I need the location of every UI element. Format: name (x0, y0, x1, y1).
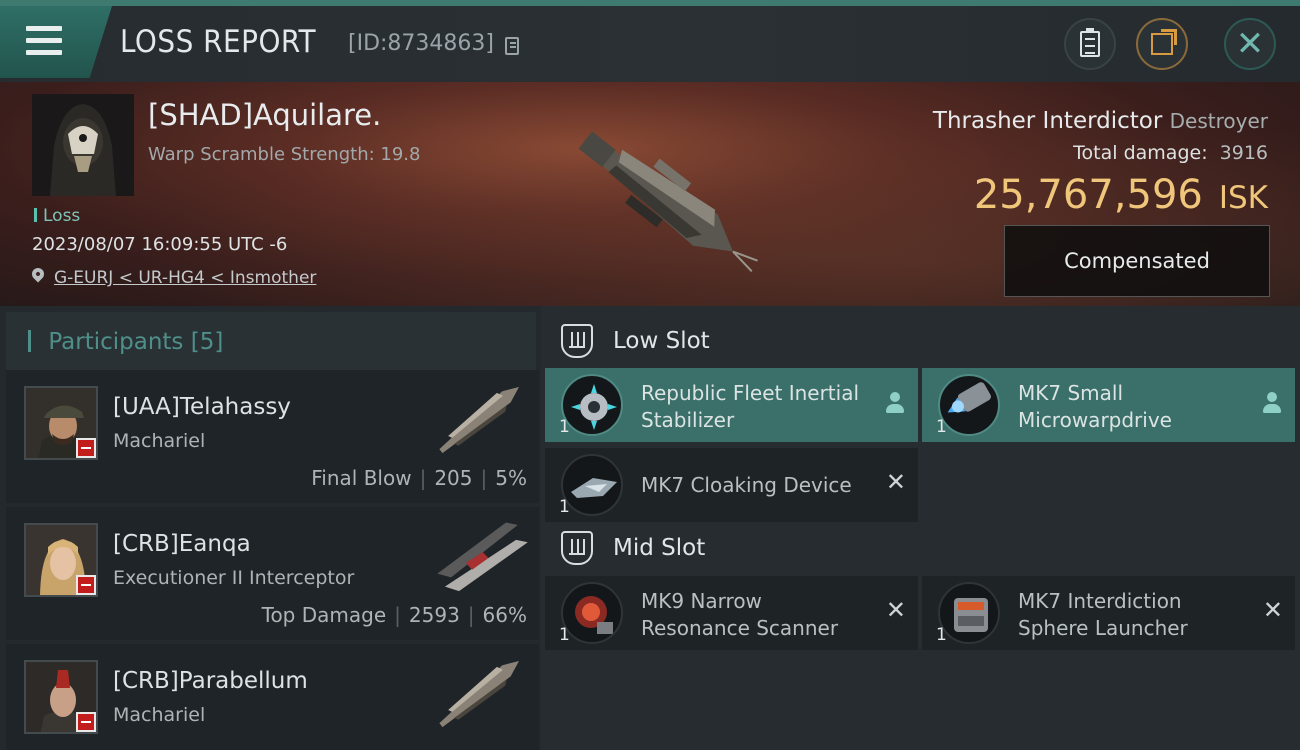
module-name: MK9 Narrow Resonance Scanner (641, 589, 839, 640)
participant-ship: Machariel (113, 704, 206, 726)
module-item[interactable]: 1 MK7 Small Microwarpdrive (922, 368, 1295, 442)
participant-percent: 5% (495, 466, 527, 490)
module-qty: 1 (936, 417, 947, 437)
report-id: [ID:8734863] (348, 31, 494, 56)
module-qty: 1 (936, 625, 947, 645)
dropped-person-icon (886, 392, 904, 414)
participant-stats: Final Blow | 205 | 5% (311, 466, 527, 490)
copy-icon[interactable] (505, 37, 519, 55)
total-damage: Total damage: 3916 (1073, 142, 1268, 164)
module-name: MK7 Small Microwarpdrive (1018, 381, 1172, 432)
participants-title: Participants [5] (28, 329, 223, 355)
isk-unit: ISK (1218, 180, 1268, 216)
isk-value: 25,767,596 ISK (974, 172, 1268, 218)
participant-ship: Executioner II Interceptor (113, 567, 355, 589)
low-slot-label: Low Slot (613, 328, 710, 354)
total-damage-value: 3916 (1219, 142, 1268, 164)
participant-ship-image (439, 660, 519, 728)
participants-header: Participants [5] (6, 312, 536, 370)
fitting-panel: Low Slot 1 Republic Fleet Inertial Stabi… (541, 306, 1300, 750)
kill-datetime: 2023/08/07 16:09:55 UTC -6 (32, 234, 288, 255)
participant-avatar (24, 386, 98, 460)
clipboard-icon (1080, 28, 1100, 57)
ship-class: Destroyer (1169, 109, 1268, 133)
interdiction-launcher-icon (938, 582, 1000, 644)
mid-slot-label: Mid Slot (613, 535, 706, 561)
module-name: MK7 Cloaking Device (641, 473, 852, 497)
victim-name: [SHAD]Aquilare. (148, 98, 382, 132)
page-title: LOSS REPORT (120, 24, 317, 60)
destroyed-x-icon: ✕ (1262, 596, 1283, 624)
warp-scramble-strength: Warp Scramble Strength: 19.8 (148, 144, 421, 165)
destroyed-x-icon: ✕ (885, 468, 906, 496)
module-qty: 1 (559, 417, 570, 437)
participant-avatar (24, 523, 98, 597)
hostile-badge (76, 438, 96, 458)
close-button[interactable]: ✕ (1224, 18, 1276, 70)
hostile-badge (76, 712, 96, 732)
victim-ship-type: Thrasher Interdictor Destroyer (933, 108, 1268, 134)
isk-amount: 25,767,596 (973, 172, 1203, 218)
location-link[interactable]: G-EURJ < UR-HG4 < Insmother (54, 268, 316, 288)
mid-slot-header: Mid Slot (561, 531, 705, 565)
participants-panel: Participants [5] [UAA]Telahassy Macharie… (0, 306, 541, 750)
participant-damage: 2593 (408, 603, 460, 627)
low-slot-header: Low Slot (561, 324, 710, 358)
module-item[interactable]: 1 Republic Fleet Inertial Stabilizer (545, 368, 918, 442)
participant-ship: Machariel (113, 430, 206, 452)
location-pin-icon (29, 265, 47, 283)
share-icon (1151, 29, 1177, 55)
dropped-person-icon (1263, 392, 1281, 414)
module-name: MK7 Interdiction Sphere Launcher (1018, 589, 1188, 640)
module-qty: 1 (559, 497, 570, 517)
compensated-button[interactable]: Compensated (1004, 225, 1270, 297)
participants-count: [5] (190, 329, 224, 355)
victim-ship-image (578, 131, 758, 273)
participant-percent: 66% (482, 603, 527, 627)
participant-ship-image (437, 522, 528, 592)
share-button[interactable] (1136, 18, 1188, 70)
menu-icon (26, 26, 62, 62)
cloaking-device-icon (561, 454, 623, 516)
participant-avatar (24, 660, 98, 734)
module-qty: 1 (559, 625, 570, 645)
menu-button[interactable] (0, 6, 112, 78)
header-bar: LOSS REPORT [ID:8734863] ✕ (0, 0, 1300, 82)
participant-name: [CRB]Eanqa (113, 531, 251, 557)
participant-stats: Top Damage | 2593 | 66% (261, 603, 527, 627)
ship-name: Thrasher Interdictor (932, 108, 1163, 134)
total-damage-label: Total damage: (1073, 142, 1208, 164)
close-icon: ✕ (1235, 24, 1265, 64)
mid-slot-icon (561, 531, 593, 565)
low-slot-icon (561, 324, 593, 358)
participant-name: [UAA]Telahassy (113, 394, 291, 420)
clipboard-button[interactable] (1064, 18, 1116, 70)
participant-damage: 205 (434, 466, 473, 490)
microwarpdrive-icon (938, 374, 1000, 436)
resonance-scanner-icon (561, 582, 623, 644)
module-item[interactable]: 1 MK9 Narrow Resonance Scanner ✕ (545, 576, 918, 650)
header-accent-line (0, 0, 1300, 6)
participant-role: Top Damage (261, 603, 387, 627)
participant-row[interactable]: [UAA]Telahassy Machariel Final Blow | 205 |… (6, 370, 539, 503)
loss-tag: Loss (34, 206, 80, 226)
victim-banner: [SHAD]Aquilare. Warp Scramble Strength: … (0, 82, 1300, 306)
participant-name: [CRB]Parabellum (113, 668, 308, 694)
participant-role: Final Blow (311, 466, 412, 490)
module-item[interactable]: 1 MK7 Cloaking Device ✕ (545, 448, 918, 522)
module-name: Republic Fleet Inertial Stabilizer (641, 381, 860, 432)
destroyed-x-icon: ✕ (885, 596, 906, 624)
participant-row[interactable]: [CRB]Eanqa Executioner II Interceptor To… (6, 507, 539, 640)
module-item[interactable]: 1 MK7 Interdiction Sphere Launcher ✕ (922, 576, 1295, 650)
participant-row[interactable]: [CRB]Parabellum Machariel (6, 644, 539, 750)
inertial-stabilizer-icon (561, 374, 623, 436)
hostile-badge (76, 575, 96, 595)
participant-ship-image (439, 386, 519, 454)
victim-avatar[interactable] (32, 94, 134, 196)
